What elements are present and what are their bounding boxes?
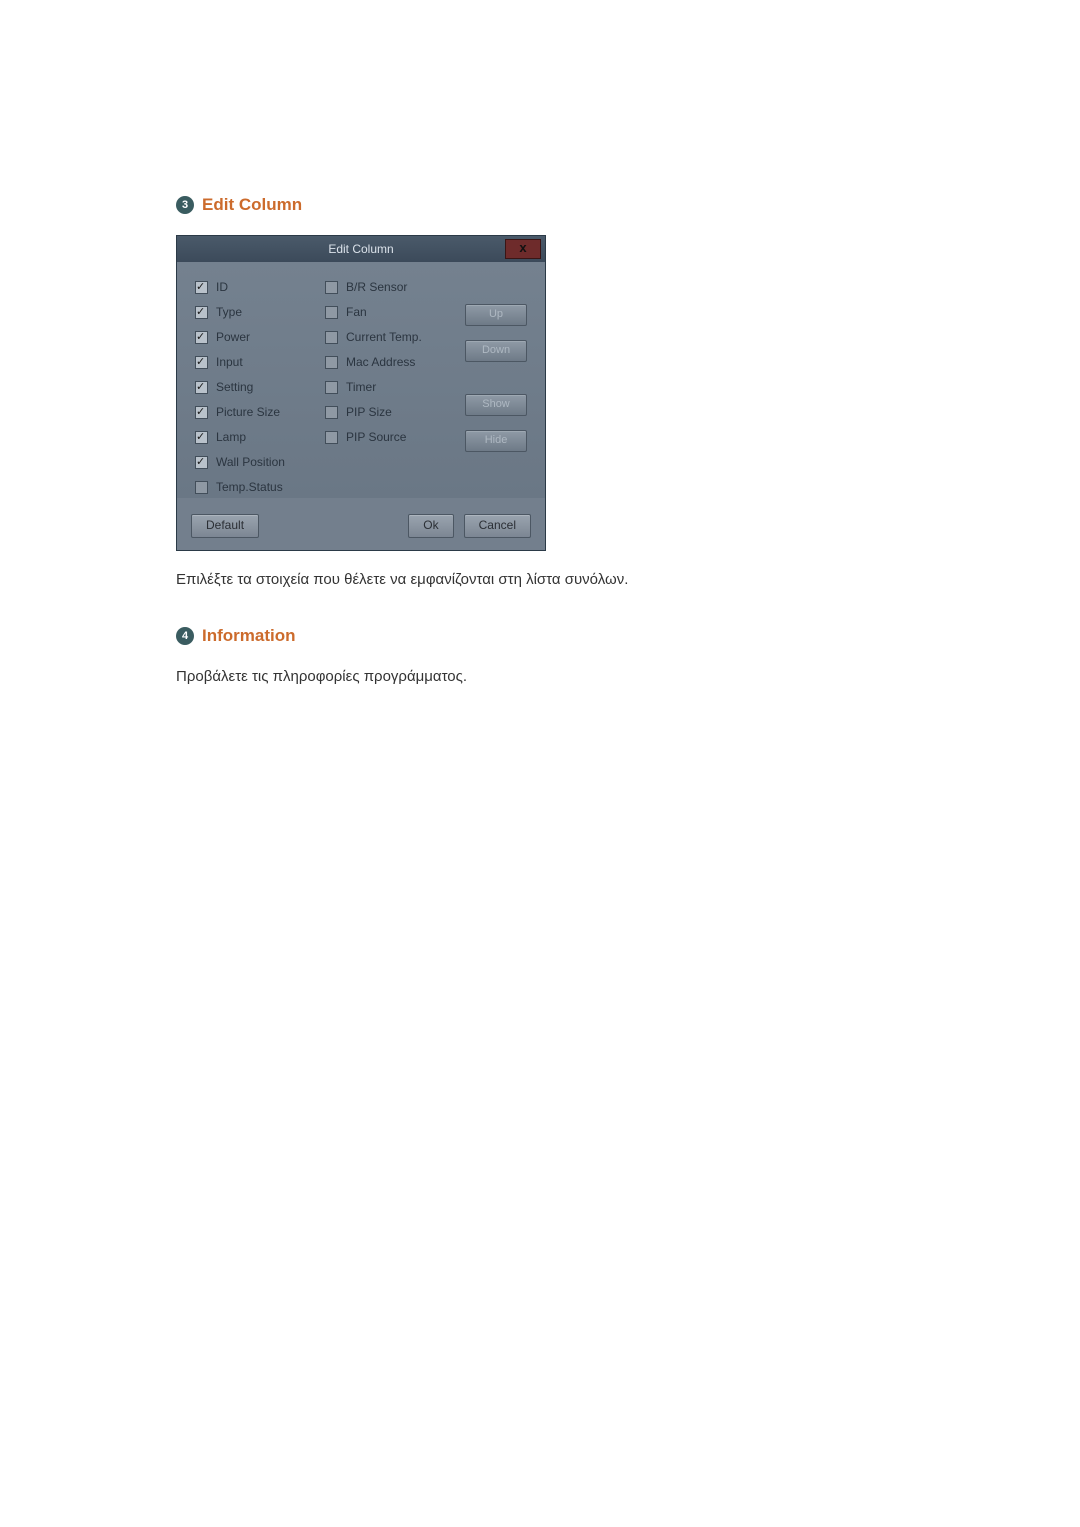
option-setting[interactable]: Setting bbox=[195, 380, 325, 394]
option-id[interactable]: ID bbox=[195, 280, 325, 294]
option-label: ID bbox=[216, 280, 228, 294]
option-input[interactable]: Input bbox=[195, 355, 325, 369]
checkbox-icon bbox=[195, 406, 208, 419]
option-label: Wall Position bbox=[216, 455, 285, 469]
caption-edit-column: Επιλέξτε τα στοιχεία που θέλετε να εμφαν… bbox=[176, 569, 896, 592]
option-label: PIP Source bbox=[346, 430, 406, 444]
dialog-footer: Default Ok Cancel bbox=[177, 498, 545, 550]
dialog-title: Edit Column bbox=[328, 242, 393, 256]
hide-button[interactable]: Hide bbox=[465, 430, 527, 452]
checkbox-icon bbox=[195, 481, 208, 494]
column-mid: B/R Sensor Fan Current Temp. Mac Address… bbox=[325, 280, 455, 494]
checkbox-icon bbox=[325, 331, 338, 344]
option-timer[interactable]: Timer bbox=[325, 380, 455, 394]
checkbox-icon bbox=[325, 406, 338, 419]
option-pip-size[interactable]: PIP Size bbox=[325, 405, 455, 419]
option-pip-source[interactable]: PIP Source bbox=[325, 430, 455, 444]
cancel-button[interactable]: Cancel bbox=[464, 514, 531, 538]
option-wall-position[interactable]: Wall Position bbox=[195, 455, 325, 469]
section-title-information: Information bbox=[202, 626, 296, 646]
option-label: Setting bbox=[216, 380, 253, 394]
checkbox-icon bbox=[195, 381, 208, 394]
checkbox-icon bbox=[325, 381, 338, 394]
option-current-temp[interactable]: Current Temp. bbox=[325, 330, 455, 344]
close-button[interactable]: x bbox=[505, 239, 541, 259]
section-heading-information: 4 Information bbox=[176, 626, 896, 646]
section-heading-edit-column: 3 Edit Column bbox=[176, 195, 896, 215]
down-button[interactable]: Down bbox=[465, 340, 527, 362]
show-button[interactable]: Show bbox=[465, 394, 527, 416]
ok-button[interactable]: Ok bbox=[408, 514, 453, 538]
edit-column-dialog: Edit Column x ID Type Power bbox=[176, 235, 546, 551]
option-temp-status[interactable]: Temp.Status bbox=[195, 480, 325, 494]
checkbox-icon bbox=[195, 281, 208, 294]
option-picture-size[interactable]: Picture Size bbox=[195, 405, 325, 419]
column-left: ID Type Power Input Setting bbox=[195, 280, 325, 494]
option-mac-address[interactable]: Mac Address bbox=[325, 355, 455, 369]
option-label: Fan bbox=[346, 305, 367, 319]
checkbox-icon bbox=[195, 356, 208, 369]
checkbox-icon bbox=[325, 356, 338, 369]
badge-3: 3 bbox=[176, 196, 194, 214]
option-label: Type bbox=[216, 305, 242, 319]
option-lamp[interactable]: Lamp bbox=[195, 430, 325, 444]
option-label: B/R Sensor bbox=[346, 280, 407, 294]
option-br-sensor[interactable]: B/R Sensor bbox=[325, 280, 455, 294]
checkbox-icon bbox=[195, 431, 208, 444]
checkbox-icon bbox=[325, 306, 338, 319]
checkbox-icon bbox=[325, 281, 338, 294]
checkbox-icon bbox=[195, 331, 208, 344]
checkbox-icon bbox=[195, 456, 208, 469]
caption-information: Προβάλετε τις πληροφορίες προγράμματος. bbox=[176, 666, 896, 689]
option-type[interactable]: Type bbox=[195, 305, 325, 319]
badge-4: 4 bbox=[176, 627, 194, 645]
dialog-body: ID Type Power Input Setting bbox=[177, 262, 545, 498]
option-label: Timer bbox=[346, 380, 376, 394]
option-label: PIP Size bbox=[346, 405, 392, 419]
section-title-edit-column: Edit Column bbox=[202, 195, 302, 215]
default-button[interactable]: Default bbox=[191, 514, 259, 538]
checkbox-icon bbox=[195, 306, 208, 319]
up-button[interactable]: Up bbox=[465, 304, 527, 326]
option-label: Input bbox=[216, 355, 243, 369]
option-label: Current Temp. bbox=[346, 330, 422, 344]
option-label: Temp.Status bbox=[216, 480, 283, 494]
option-label: Picture Size bbox=[216, 405, 280, 419]
option-label: Lamp bbox=[216, 430, 246, 444]
option-fan[interactable]: Fan bbox=[325, 305, 455, 319]
column-right: Up Down Show Hide bbox=[455, 280, 537, 494]
option-label: Mac Address bbox=[346, 355, 415, 369]
dialog-titlebar: Edit Column x bbox=[177, 236, 545, 262]
option-label: Power bbox=[216, 330, 250, 344]
option-power[interactable]: Power bbox=[195, 330, 325, 344]
checkbox-icon bbox=[325, 431, 338, 444]
